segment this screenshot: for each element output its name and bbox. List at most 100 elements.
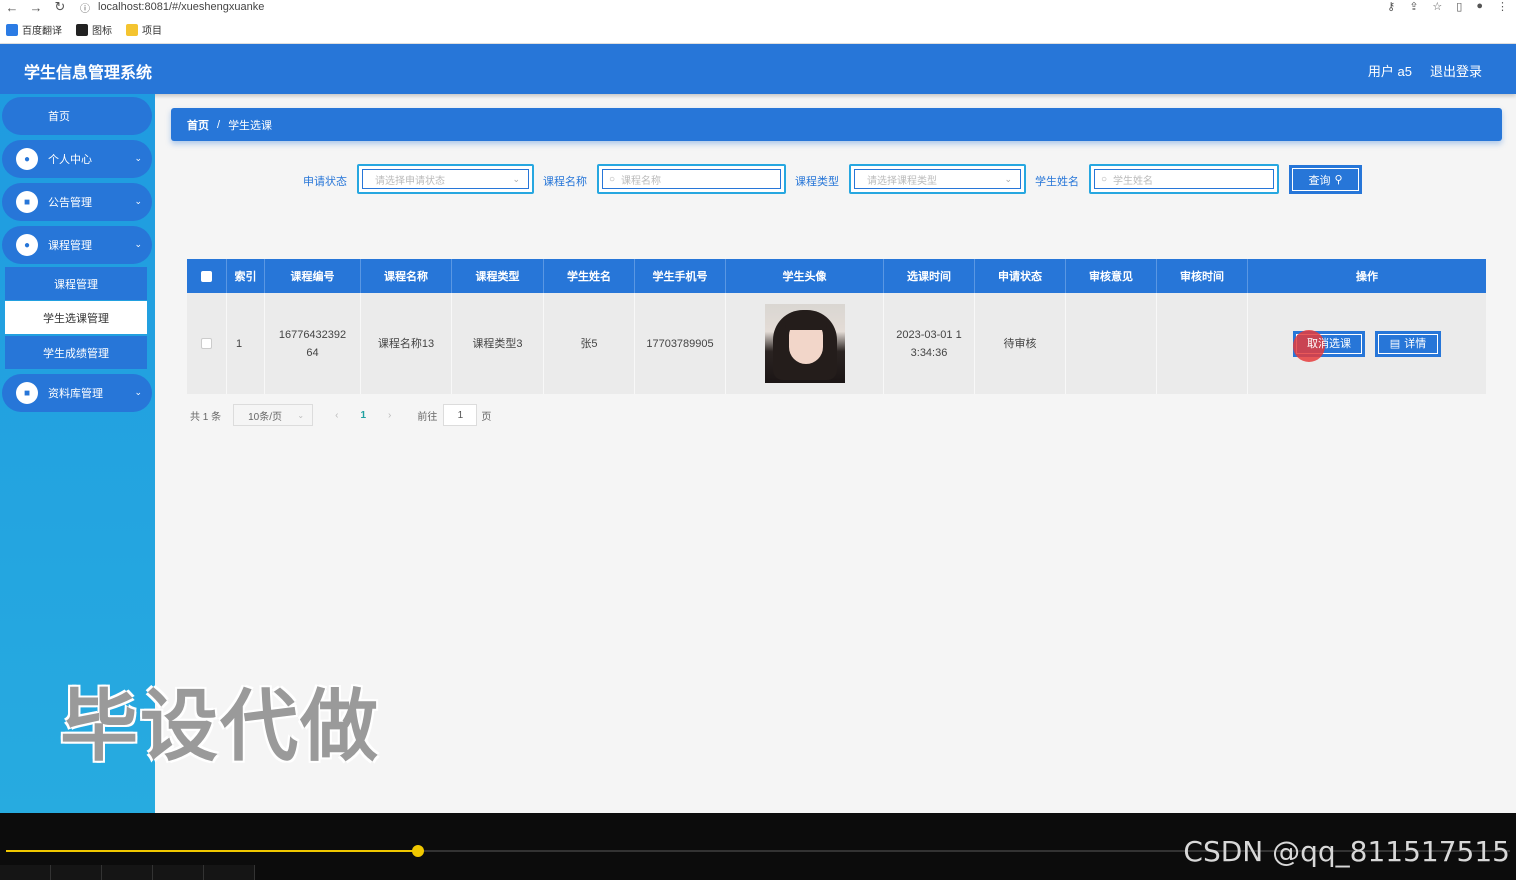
reload-icon[interactable]: ↻ bbox=[48, 0, 72, 15]
browser-chrome: ← → ↻ ⓘ localhost:8081/#/xueshengxuanke … bbox=[0, 0, 1516, 44]
logout-button[interactable]: 退出登录 bbox=[1430, 61, 1482, 80]
sidebar-item-label: 公告管理 bbox=[48, 197, 92, 209]
cancel-selection-button[interactable]: 取消选课 bbox=[1293, 329, 1365, 362]
prev-page-icon[interactable]: ‹ bbox=[335, 410, 338, 421]
sidebar-item-library[interactable]: ■ 资料库管理 ⌄ bbox=[2, 374, 152, 412]
star-icon[interactable]: ☆ bbox=[1432, 0, 1442, 13]
sidebar-item-notice[interactable]: ■ 公告管理 ⌄ bbox=[2, 183, 152, 221]
course-name-input[interactable]: ○ 课程名称 bbox=[597, 164, 786, 194]
watermark-text: 毕设代做 bbox=[60, 682, 381, 772]
search-icon: ⚲ bbox=[1334, 174, 1343, 186]
sidebar-item-label: 首页 bbox=[48, 111, 70, 123]
select-all-cell bbox=[187, 259, 227, 293]
row-select-cell bbox=[187, 293, 227, 394]
column-header: 学生头像 bbox=[726, 259, 884, 293]
chevron-down-icon: ⌄ bbox=[1004, 173, 1012, 184]
page-size-select[interactable]: 10条/页 ⌄ bbox=[233, 404, 314, 426]
sidebar-subitem-course-manage[interactable]: 课程管理 bbox=[5, 267, 147, 300]
bookmark-label: 项目 bbox=[142, 26, 162, 37]
column-header: 学生姓名 bbox=[544, 259, 635, 293]
bookmarks-bar: 百度翻译 图标 项目 bbox=[6, 22, 162, 37]
page-number[interactable]: 1 bbox=[360, 410, 366, 421]
row-checkbox[interactable] bbox=[201, 338, 212, 349]
url-text[interactable]: localhost:8081/#/xueshengxuanke bbox=[98, 1, 264, 13]
next-page-icon[interactable]: › bbox=[388, 410, 391, 421]
address-bar: ← → ↻ ⓘ localhost:8081/#/xueshengxuanke … bbox=[0, 0, 1516, 15]
column-header: 索引 bbox=[227, 259, 265, 293]
sidebar-item-home[interactable]: 首页 bbox=[2, 97, 152, 135]
sidebar-subitem-course-selection[interactable]: 学生选课管理 bbox=[5, 301, 147, 334]
app-header: 学生信息管理系统 用户 a5 退出登录 bbox=[0, 44, 1516, 94]
video-progress-handle[interactable] bbox=[412, 845, 425, 857]
student-name-placeholder: 学生姓名 bbox=[1113, 175, 1154, 187]
profile-icon[interactable]: ● bbox=[1476, 0, 1483, 13]
student-name-label: 学生姓名 bbox=[1035, 176, 1079, 188]
detail-button[interactable]: ▤ 详情 bbox=[1375, 330, 1441, 357]
csdn-watermark: CSDN @qq_811517515 bbox=[1183, 835, 1510, 868]
share-icon[interactable]: ⇪ bbox=[1409, 0, 1418, 13]
cell-review-opinion bbox=[1066, 293, 1157, 394]
breadcrumb-current: 学生选课 bbox=[228, 119, 273, 132]
menu-icon[interactable]: ⋮ bbox=[1497, 0, 1508, 13]
bookmark-project[interactable]: 项目 bbox=[126, 22, 162, 37]
chevron-down-icon: ⌄ bbox=[134, 196, 142, 206]
goto-label: 前往 bbox=[417, 411, 438, 423]
detail-button-label: 详情 bbox=[1404, 337, 1427, 350]
cell-select-time: 2023-03-01 1 3:34:36 bbox=[884, 293, 975, 394]
bookmark-icons[interactable]: 图标 bbox=[76, 22, 112, 37]
back-icon[interactable]: ← bbox=[0, 0, 24, 15]
chevron-down-icon: ⌄ bbox=[134, 387, 142, 397]
search-icon: ○ bbox=[609, 173, 616, 185]
key-icon[interactable]: ⚷ bbox=[1387, 0, 1395, 13]
sidebar-item-label: 资料库管理 bbox=[48, 388, 103, 400]
sidepanel-icon[interactable]: ▯ bbox=[1456, 0, 1462, 13]
chevron-down-icon: ⌄ bbox=[134, 153, 142, 163]
chevron-down-icon: ⌄ bbox=[512, 173, 520, 184]
chevron-down-icon: ⌄ bbox=[297, 410, 305, 420]
table-header: 索引 课程编号 课程名称 课程类型 学生姓名 学生手机号 学生头像 选课时间 申… bbox=[187, 259, 1486, 293]
select-all-checkbox[interactable] bbox=[201, 270, 212, 282]
column-header: 课程编号 bbox=[265, 259, 361, 293]
breadcrumb-home[interactable]: 首页 bbox=[187, 117, 209, 133]
table-row: 1 16776432392 64 课程名称13 课程类型3 张5 1770378… bbox=[187, 293, 1486, 394]
course-type-select[interactable]: 请选择课程类型 ⌄ bbox=[849, 164, 1026, 194]
monitor-icon: ■ bbox=[16, 191, 38, 213]
sidebar-item-personal-center[interactable]: ● 个人中心 ⌄ bbox=[2, 140, 152, 178]
video-player-bar: CSDN @qq_811517515 bbox=[0, 813, 1516, 880]
sidebar-subitem-grade[interactable]: 学生成绩管理 bbox=[5, 336, 147, 369]
column-header: 审核时间 bbox=[1157, 259, 1248, 293]
bookmark-baidu-translate[interactable]: 百度翻译 bbox=[6, 22, 62, 37]
sidebar-item-course[interactable]: ● 课程管理 ⌄ bbox=[2, 226, 152, 264]
course-selection-table: 索引 课程编号 课程名称 课程类型 学生姓名 学生手机号 学生头像 选课时间 申… bbox=[187, 259, 1486, 394]
goto-page-input[interactable]: 1 bbox=[443, 404, 478, 426]
image-icon bbox=[76, 23, 88, 36]
student-avatar[interactable] bbox=[764, 304, 845, 383]
forward-icon[interactable]: → bbox=[24, 0, 48, 15]
time-line: 3:34:36 bbox=[910, 346, 948, 359]
status-select[interactable]: 请选择申请状态 ⌄ bbox=[357, 164, 534, 194]
video-thumbnails bbox=[0, 865, 300, 880]
query-button[interactable]: 查询 ⚲ bbox=[1289, 165, 1362, 194]
bookmark-label: 百度翻译 bbox=[22, 26, 62, 37]
sidebar-item-label: 课程管理 bbox=[54, 278, 98, 291]
folder-icon bbox=[126, 23, 138, 36]
total-count: 共 1 条 bbox=[190, 411, 222, 423]
status-label: 申请状态 bbox=[303, 176, 347, 188]
user-icon: ● bbox=[16, 234, 38, 256]
cell-student-name: 张5 bbox=[544, 293, 635, 394]
cell-phone: 17703789905 bbox=[635, 293, 726, 394]
student-name-input[interactable]: ○ 学生姓名 bbox=[1089, 164, 1279, 194]
cancel-button-label: 取消选课 bbox=[1307, 337, 1351, 350]
column-header: 申请状态 bbox=[975, 259, 1066, 293]
column-header: 操作 bbox=[1356, 271, 1378, 283]
sidebar-item-label: 学生成绩管理 bbox=[43, 347, 109, 360]
document-icon: ▤ bbox=[1389, 337, 1401, 350]
cell-course-name: 课程名称13 bbox=[361, 293, 452, 394]
monitor-icon: ■ bbox=[16, 382, 38, 404]
column-header: 课程类型 bbox=[452, 259, 544, 293]
course-no-line: 64 bbox=[306, 346, 319, 359]
cell-course-no: 16776432392 64 bbox=[265, 293, 361, 394]
column-header: 选课时间 bbox=[884, 259, 975, 293]
breadcrumb-separator: / bbox=[217, 118, 221, 131]
status-placeholder: 请选择申请状态 bbox=[375, 175, 445, 187]
